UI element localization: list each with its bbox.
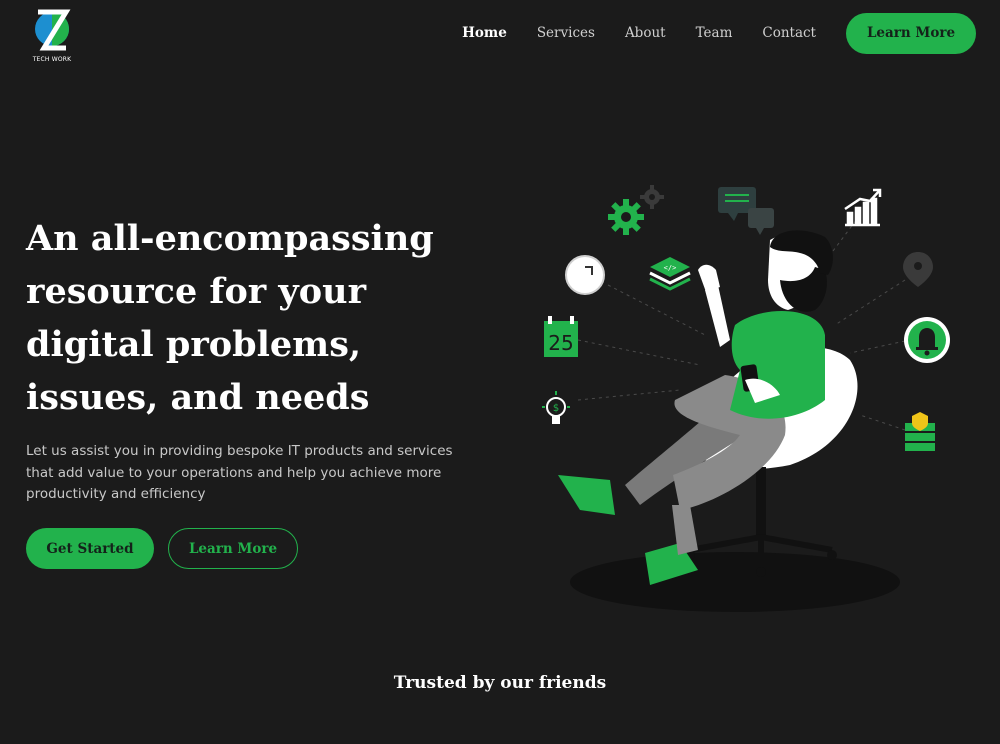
logo-mark bbox=[35, 9, 71, 51]
gear-small-icon bbox=[640, 185, 664, 209]
nav-learn-more-button[interactable]: Learn More bbox=[846, 12, 976, 54]
server-shield-icon bbox=[905, 412, 935, 451]
nav-link-home[interactable]: Home bbox=[462, 25, 507, 41]
hero-learn-more-button[interactable]: Learn More bbox=[168, 528, 298, 569]
clock-icon bbox=[565, 255, 605, 295]
floor-shadow bbox=[570, 552, 900, 612]
brand-logo[interactable]: TECH WORK bbox=[30, 6, 74, 63]
main-nav: Home Services About Team Contact Learn M… bbox=[462, 12, 976, 54]
hero-illustration: </> 25 $ bbox=[542, 185, 950, 612]
nav-link-services[interactable]: Services bbox=[537, 25, 595, 41]
nav-link-team[interactable]: Team bbox=[696, 25, 733, 41]
svg-text:$: $ bbox=[553, 403, 559, 414]
nav-link-about[interactable]: About bbox=[625, 25, 666, 41]
chat-icon bbox=[718, 187, 774, 235]
nav-link-contact[interactable]: Contact bbox=[762, 25, 816, 41]
get-started-button[interactable]: Get Started bbox=[26, 528, 154, 569]
gear-icon bbox=[608, 199, 644, 235]
bell-icon bbox=[904, 317, 950, 363]
calendar-icon: 25 bbox=[544, 316, 578, 357]
lightbulb-icon: $ bbox=[542, 391, 570, 424]
hero-title: An all-encompassing resource for your di… bbox=[26, 218, 434, 418]
code-layers-icon: </> bbox=[649, 257, 691, 291]
location-pin-icon bbox=[903, 252, 933, 287]
trusted-heading: Trusted by our friends bbox=[393, 673, 607, 693]
chart-icon bbox=[844, 188, 882, 227]
logo-text: TECH WORK bbox=[32, 56, 72, 63]
hero-subtitle: Let us assist you in providing bespoke I… bbox=[26, 443, 453, 502]
calendar-day: 25 bbox=[548, 331, 573, 355]
svg-text:</>: </> bbox=[664, 264, 677, 272]
